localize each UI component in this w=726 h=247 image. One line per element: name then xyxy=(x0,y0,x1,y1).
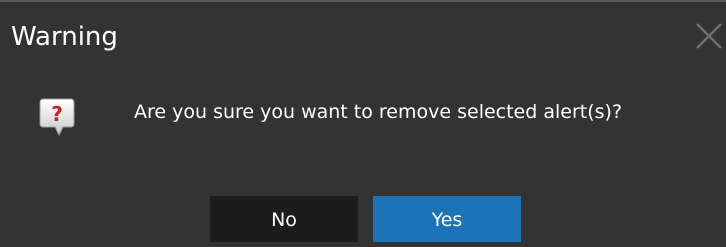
dialog-title: Warning xyxy=(11,22,118,52)
dialog-message: Are you sure you want to remove selected… xyxy=(134,101,623,123)
question-bubble-icon: ? xyxy=(39,98,75,138)
warning-dialog: Warning ? Are you sure you want to remov xyxy=(0,0,726,247)
no-button[interactable]: No xyxy=(210,196,358,242)
yes-button[interactable]: Yes xyxy=(373,196,521,242)
dialog-title-bar: Warning xyxy=(0,2,726,82)
close-icon[interactable] xyxy=(693,18,723,52)
message-row: ? Are you sure you want to remove select… xyxy=(0,84,726,148)
svg-text:?: ? xyxy=(51,102,63,126)
